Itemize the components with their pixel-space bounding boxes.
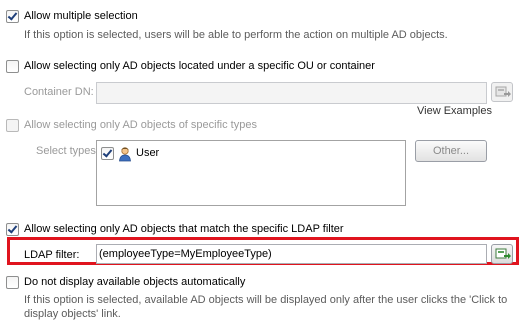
browse-container-icon	[495, 86, 511, 97]
other-types-button-label: Other...	[432, 145, 470, 157]
user-type-checkbox[interactable]	[101, 147, 114, 160]
ldap-filter-option-label: Allow selecting only AD objects that mat…	[24, 223, 344, 235]
allow-multiple-selection-description: If this option is selected, users will b…	[24, 29, 448, 41]
no-auto-display-description: If this option is selected, available AD…	[24, 294, 508, 320]
ldap-filter-build-button[interactable]	[491, 244, 513, 264]
no-auto-display-label: Do not display available objects automat…	[24, 276, 246, 288]
list-item[interactable]: User	[101, 146, 221, 162]
select-types-label: Select types:	[36, 145, 99, 157]
specific-ou-checkbox[interactable]	[6, 60, 19, 73]
user-type-label: User	[136, 147, 160, 159]
container-dn-label: Container DN:	[24, 86, 94, 98]
container-dn-field[interactable]	[96, 82, 487, 104]
ldap-filter-value: (employeeType=MyEmployeeType)	[99, 248, 272, 260]
filter-builder-icon	[495, 248, 511, 259]
container-browse-button[interactable]	[491, 82, 513, 102]
types-list[interactable]: User	[96, 140, 406, 206]
specific-types-label: Allow selecting only AD objects of speci…	[24, 119, 257, 131]
allow-multiple-selection-checkbox[interactable]	[6, 10, 19, 23]
ldap-filter-label: LDAP filter:	[24, 249, 80, 261]
specific-types-checkbox[interactable]	[6, 119, 19, 132]
view-examples-link[interactable]: View Examples	[417, 105, 492, 117]
other-types-button[interactable]: Other...	[415, 140, 487, 162]
user-icon	[119, 147, 131, 162]
allow-multiple-selection-label: Allow multiple selection	[24, 10, 138, 22]
ldap-filter-field[interactable]: (employeeType=MyEmployeeType)	[96, 244, 487, 264]
no-auto-display-checkbox[interactable]	[6, 276, 19, 289]
specific-ou-label: Allow selecting only AD objects located …	[24, 60, 375, 72]
ldap-filter-checkbox[interactable]	[6, 223, 19, 236]
